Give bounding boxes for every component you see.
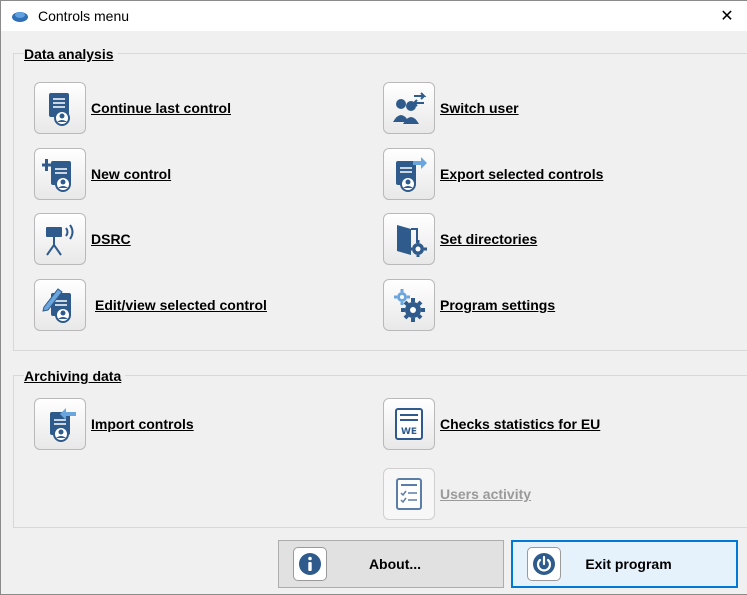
section-divider-bottom [13, 527, 747, 528]
switch-user-icon [383, 82, 435, 134]
title-bar: Controls menu ✕ [1, 1, 747, 31]
gears-icon [383, 279, 435, 331]
import-controls-button[interactable]: Import controls [34, 398, 194, 450]
folder-gear-icon [383, 213, 435, 265]
about-label: About... [368, 556, 422, 572]
dsrc-label: DSRC [91, 231, 131, 247]
window-title: Controls menu [38, 8, 130, 24]
about-button[interactable]: About... [278, 540, 504, 588]
program-settings-button[interactable]: Program settings [383, 279, 555, 331]
section-title-data-analysis: Data analysis [24, 46, 118, 62]
we-badge: WE [401, 427, 417, 437]
edit-view-selected-control-button[interactable]: Edit/view selected control [34, 279, 267, 331]
we-document-icon: WE [383, 398, 435, 450]
users-activity-button: Users activity [383, 468, 531, 520]
section-divider-top [13, 350, 747, 351]
dsrc-button[interactable]: DSRC [34, 213, 131, 265]
checklist-icon [383, 468, 435, 520]
users-activity-label: Users activity [440, 486, 532, 502]
controls-menu-window: Controls menu ✕ Data analysis Continue l… [0, 0, 747, 595]
checks-statistics-eu-label: Checks statistics for EU [440, 416, 601, 432]
close-button[interactable]: ✕ [707, 1, 747, 31]
new-control-button[interactable]: New control [34, 148, 171, 200]
exit-program-button[interactable]: Exit program [511, 540, 738, 588]
checks-statistics-eu-button[interactable]: WE Checks statistics for EU [383, 398, 600, 450]
set-directories-label: Set directories [440, 231, 538, 247]
edit-document-icon [34, 279, 86, 331]
group-border-left-archiving [13, 375, 14, 527]
continue-last-control-label: Continue last control [91, 100, 231, 116]
import-controls-label: Import controls [91, 416, 194, 432]
exit-program-label: Exit program [585, 556, 672, 572]
switch-user-button[interactable]: Switch user [383, 82, 519, 134]
new-control-label: New control [91, 166, 172, 182]
section-title-archiving: Archiving data [24, 368, 126, 384]
import-document-icon [34, 398, 86, 450]
edit-view-selected-control-label: Edit/view selected control [95, 297, 267, 313]
switch-user-label: Switch user [440, 100, 519, 116]
continue-last-control-button[interactable]: Continue last control [34, 82, 231, 134]
dsrc-antenna-icon [34, 213, 86, 265]
set-directories-button[interactable]: Set directories [383, 213, 537, 265]
group-border-left [13, 53, 14, 350]
export-selected-controls-label: Export selected controls [440, 166, 604, 182]
power-icon [527, 547, 561, 581]
program-settings-label: Program settings [440, 297, 556, 313]
export-selected-controls-button[interactable]: Export selected controls [383, 148, 603, 200]
export-document-icon [383, 148, 435, 200]
new-document-icon [34, 148, 86, 200]
info-icon [293, 547, 327, 581]
close-icon: ✕ [720, 8, 734, 25]
document-user-icon [34, 82, 86, 134]
app-icon [12, 12, 28, 22]
group-line-data-analysis [13, 53, 747, 54]
